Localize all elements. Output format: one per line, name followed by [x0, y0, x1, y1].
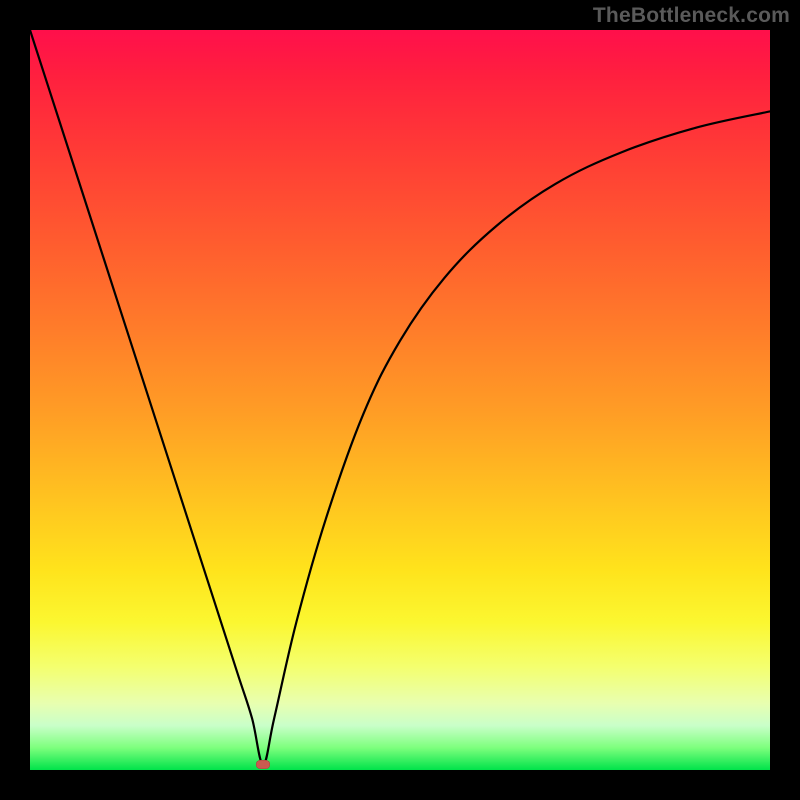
plot-area — [30, 30, 770, 770]
curve-path — [30, 30, 770, 764]
chart-frame: TheBottleneck.com — [0, 0, 800, 800]
bottleneck-curve — [30, 30, 770, 770]
watermark-text: TheBottleneck.com — [593, 4, 790, 28]
minimum-marker — [256, 760, 270, 769]
